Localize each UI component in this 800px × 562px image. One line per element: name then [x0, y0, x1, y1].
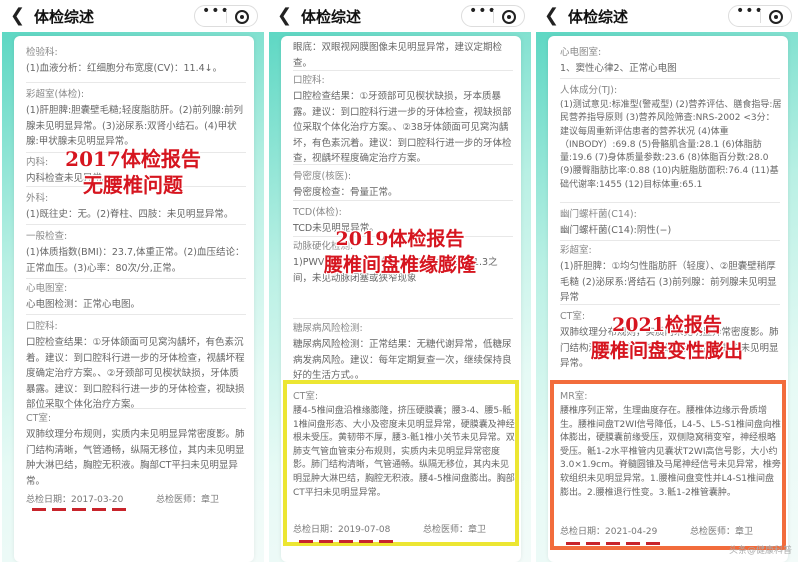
section-lab: 检验科: (1)血液分析：红细胞分布宽度(CV)：11.4↓。 — [26, 46, 248, 77]
exam-date: 总检日期：2019-07-08 — [293, 525, 391, 535]
section-title: 幽门螺杆菌(C14): — [560, 209, 637, 220]
close-target-icon[interactable] — [235, 10, 249, 24]
section-body: (1)血液分析：红细胞分布宽度(CV)：11.4↓。 — [26, 63, 223, 74]
section-title: 口腔科: — [293, 75, 325, 86]
section-body: 心电图检测：正常心电图。 — [26, 299, 141, 310]
overlay-line-2: 腰椎间盘变性膨出 — [590, 340, 743, 362]
section-body: (1)体质指数(BMI)：23.7,体重正常。(2)血压结论：正常血压。(3)心… — [26, 247, 245, 274]
section-title: CT室: — [26, 413, 52, 424]
section-body: 口腔检查结果：①牙颈部可见楔状缺损，牙本质暴露。建议：到口腔科行进一步的牙体检查… — [293, 91, 512, 165]
section-ultrasound: 彩超室(体检): (1)肝胆脾:胆囊壁毛糙;轻度脂肪肝。(2)前列腺:前列腺未见… — [26, 88, 248, 150]
section-title: 心电图室: — [26, 283, 68, 294]
report-footer: 总检日期：2021-04-29 总检医师：章卫 — [560, 524, 782, 537]
section-bone-density: 骨密度(核医): 骨密度检查：骨量正常。 — [293, 170, 515, 201]
close-target-icon[interactable] — [502, 10, 516, 24]
section-body: 幽门螺杆菌(C14):阴性(−) — [560, 225, 672, 236]
exam-date: 总检日期：2017-03-20 — [26, 495, 124, 505]
exam-date: 总检日期：2021-04-29 — [560, 527, 658, 537]
section-title: 人体成分(TJ): — [560, 85, 618, 96]
section-general: 一般检查: (1)体质指数(BMI)：23.7,体重正常。(2)血压结论：正常血… — [26, 230, 248, 276]
red-underline — [32, 508, 132, 511]
back-arrow-icon[interactable]: ❮ — [544, 5, 560, 26]
watermark: 头条@健康科普 — [728, 546, 792, 556]
mini-program-header: ❮ 体检综述 ••• — [536, 0, 798, 32]
section-body: 糖尿病风险检测：正常结果：无糖代谢异常，低糖尿病发病风险。建议：每年定期复查一次… — [293, 339, 512, 382]
back-arrow-icon[interactable]: ❮ — [10, 5, 26, 26]
section-title: 一般检查: — [26, 231, 68, 242]
page-title: 体检综述 — [568, 8, 629, 26]
section-title: 彩超室: — [560, 245, 592, 256]
section-body: (1)既往史：无。(2)脊柱、四肢：未见明显异常。 — [26, 209, 234, 220]
section-title: 糖尿病风险检测: — [293, 323, 363, 334]
capsule-menu[interactable]: ••• — [461, 3, 525, 27]
exam-doctor: 总检医师：章卫 — [423, 525, 487, 535]
section-ecg: 心电图室: 心电图检测：正常心电图。 — [26, 282, 248, 313]
capsule-menu[interactable]: ••• — [728, 3, 792, 27]
annotation-overlay: 2021检报告 腰椎间盘变性膨出 — [536, 312, 798, 364]
section-ultrasound: 彩超室: (1)肝胆脾：①均匀性脂肪肝（轻度）、②胆囊壁稍厚毛糙 (2)泌尿系:… — [560, 244, 782, 306]
section-body: 眼底：双眼视网膜图像未见明显异常，建议定期检查。 — [293, 42, 503, 69]
mini-program-header: ❮ 体检综述 ••• — [269, 0, 531, 32]
overlay-line-1: 2017体检报告 — [65, 147, 201, 171]
section-body-composition: 人体成分(TJ): (1)测试意见:标准型(警戒型) (2)营养评估、膳食指导:… — [560, 84, 782, 192]
report-panel-2021: ❮ 体检综述 ••• 心电图室: 1、窦性心律2、正常心电图 人体成分(TJ):… — [536, 0, 798, 562]
section-ct: CT室: 双肺纹理分布规则，实质内未见明显异常密度影。肺门结构清晰，气管通畅，纵… — [26, 412, 248, 489]
section-title: 口腔科: — [26, 321, 58, 332]
annotation-overlay: 2019体检报告 腰椎间盘椎缘膨隆 — [269, 226, 531, 278]
section-title: TCD(体检): — [293, 207, 342, 218]
report-panel-2019: ❮ 体检综述 ••• 眼底：双眼视网膜图像未见明显异常，建议定期检查。 口腔科:… — [269, 0, 531, 562]
exam-doctor: 总检医师：章卫 — [156, 495, 220, 505]
report-panel-2017: ❮ 体检综述 ••• 检验科: (1)血液分析：红细胞分布宽度(CV)：11.4… — [2, 0, 264, 562]
section-body: 双肺纹理分布规则，实质内未见明显异常密度影。肺门结构清晰，气管通畅，纵隔无移位，… — [26, 429, 245, 487]
section-body: (1)肝胆脾:胆囊壁毛糙;轻度脂肪肝。(2)前列腺:前列腺未见明显异常。(3)泌… — [26, 105, 244, 148]
section-title: 彩超室(体检): — [26, 89, 85, 100]
capsule-menu[interactable]: ••• — [194, 3, 258, 27]
mini-program-header: ❮ 体检综述 ••• — [2, 0, 264, 32]
overlay-line-1: 2021检报告 — [612, 314, 722, 336]
overlay-line-2: 无腰椎问题 — [83, 173, 183, 197]
section-title: 骨密度(核医): — [293, 171, 352, 182]
section-title: 心电图室: — [560, 47, 602, 58]
report-footer: 总检日期：2019-07-08 总检医师：章卫 — [293, 522, 515, 535]
section-ecg: 心电图室: 1、窦性心律2、正常心电图 — [560, 46, 782, 77]
overlay-line-1: 2019体检报告 — [335, 228, 465, 250]
back-arrow-icon[interactable]: ❮ — [277, 5, 293, 26]
red-underline — [566, 542, 666, 545]
section-body: (1)测试意见:标准型(警戒型) (2)营养评估、膳食指导:居民营养指导原则 (… — [560, 100, 782, 190]
section-diabetes: 糖尿病风险检测: 糖尿病风险检测：正常结果：无糖代谢异常，低糖尿病发病风险。建议… — [293, 322, 515, 384]
section-body: (1)肝胆脾：①均匀性脂肪肝（轻度）、②胆囊壁稍厚毛糙 (2)泌尿系:肾结石 (… — [560, 261, 777, 304]
section-body: 骨密度检查：骨量正常。 — [293, 187, 398, 198]
close-target-icon[interactable] — [769, 10, 783, 24]
section-dental: 口腔科: 口腔检查结果：①牙颈部可见楔状缺损，牙本质暴露。建议：到口腔科行进一步… — [293, 74, 515, 167]
section-dental: 口腔科: 口腔检查结果：①牙体颌面可见窝沟龋坏，有色素沉着。建议：到口腔科行进一… — [26, 320, 248, 413]
section-title: 检验科: — [26, 47, 58, 58]
annotation-overlay: 2017体检报告 无腰椎问题 — [2, 146, 264, 198]
page-title: 体检综述 — [301, 8, 362, 26]
page-title: 体检综述 — [34, 8, 95, 26]
overlay-line-2: 腰椎间盘椎缘膨隆 — [323, 254, 476, 276]
section-body: 1、窦性心律2、正常心电图 — [560, 63, 677, 74]
report-footer: 总检日期：2017-03-20 总检医师：章卫 — [26, 492, 248, 505]
section-eye: 眼底：双眼视网膜图像未见明显异常，建议定期检查。 — [293, 38, 515, 71]
section-body: 口腔检查结果：①牙体颌面可见窝沟龋坏，有色素沉着。建议：到口腔科行进一步的牙体检… — [26, 337, 245, 411]
red-underline — [299, 540, 399, 543]
section-helicobacter: 幽门螺杆菌(C14): 幽门螺杆菌(C14):阴性(−) — [560, 208, 782, 239]
exam-doctor: 总检医师：章卫 — [690, 527, 754, 537]
